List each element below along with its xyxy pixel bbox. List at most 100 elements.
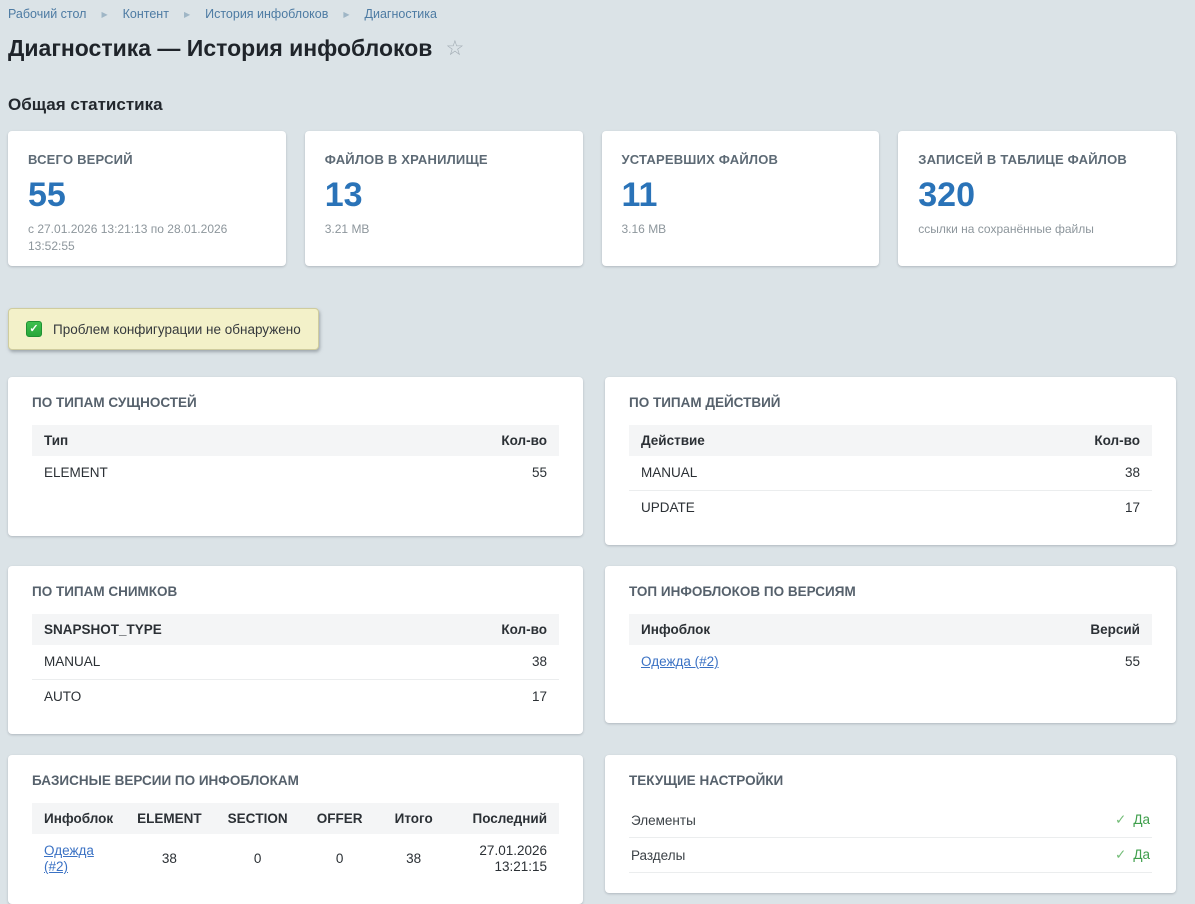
stat-note: с 27.01.2026 13:21:13 по 28.01.2026 13:5… [28,221,266,256]
table-row: Одежда (#2) 38 0 0 38 27.01.2026 13:21:1… [32,834,559,884]
green-checkbox-icon: ✓ [26,321,42,337]
panel-title: ПО ТИПАМ СНИМКОВ [32,584,559,600]
settings-row-elements: Элементы ✓Да [629,803,1152,838]
panel-title: ТЕКУЩИЕ НАСТРОЙКИ [629,773,1152,789]
column-header-snapshot-type: SNAPSHOT_TYPE [32,614,385,645]
setting-value: ✓Да [1115,812,1150,828]
table-header-row: Тип Кол-во [32,425,559,456]
column-header-total: Итого [378,803,450,834]
panel-snapshot-types: ПО ТИПАМ СНИМКОВ SNAPSHOT_TYPE Кол-во MA… [8,566,583,734]
setting-label: Элементы [631,813,696,828]
stat-label: ВСЕГО ВЕРСИЙ [28,152,266,167]
diagnostics-page: Рабочий стол ▶ Контент ▶ История инфобло… [0,0,1195,904]
table-row: Одежда (#2) 55 [629,645,1152,679]
cell-count: 17 [921,491,1152,526]
column-header-iblock: Инфоблок [32,803,125,834]
action-types-table: Действие Кол-во MANUAL 38 UPDATE 17 [629,425,1152,525]
stat-note: ссылки на сохранённые файлы [918,221,1156,238]
column-header-last: Последний [450,803,559,834]
table-row: AUTO 17 [32,680,559,715]
stat-note: 3.16 MB [622,221,860,238]
cell-action: UPDATE [629,491,921,526]
column-header-action: Действие [629,425,921,456]
column-header-section: SECTION [214,803,302,834]
cell-last-date: 27.01.2026 13:21:15 [450,834,559,884]
config-ok-notice: ✓ Проблем конфигурации не обнаружено [8,308,319,350]
panel-base-versions: БАЗИСНЫЕ ВЕРСИИ ПО ИНФОБЛОКАМ Инфоблок E… [8,755,583,904]
cell-count: 38 [921,456,1152,491]
breadcrumb-arrow-icon: ▶ [343,7,349,22]
panel-current-settings: ТЕКУЩИЕ НАСТРОЙКИ Элементы ✓Да Разделы ✓… [605,755,1176,893]
column-header-count: Кол-во [385,614,559,645]
breadcrumb-item-desktop[interactable]: Рабочий стол [8,7,86,22]
cell-count: 55 [326,456,559,490]
column-header-count: Кол-во [921,425,1152,456]
snapshot-types-table: SNAPSHOT_TYPE Кол-во MANUAL 38 AUTO 17 [32,614,559,714]
breadcrumb-item-iblock-history[interactable]: История инфоблоков [205,7,328,22]
cell-section: 0 [214,834,302,884]
entity-types-table: Тип Кол-во ELEMENT 55 [32,425,559,490]
panel-title: ПО ТИПАМ ДЕЙСТВИЙ [629,395,1152,411]
stat-label: УСТАРЕВШИХ ФАЙЛОВ [622,152,860,167]
column-header-offer: OFFER [302,803,378,834]
stat-label: ФАЙЛОВ В ХРАНИЛИЩЕ [325,152,563,167]
stat-note: 3.21 MB [325,221,563,238]
base-versions-table: Инфоблок ELEMENT SECTION OFFER Итого Пос… [32,803,559,884]
column-header-element: ELEMENT [125,803,214,834]
table-header-row: Инфоблок Версий [629,614,1152,645]
column-header-count: Кол-во [326,425,559,456]
table-row: ELEMENT 55 [32,456,559,490]
cell-snapshot-type: AUTO [32,680,385,715]
stat-card-total-versions: ВСЕГО ВЕРСИЙ 55 с 27.01.2026 13:21:13 по… [8,131,286,266]
panel-entity-types: ПО ТИПАМ СУЩНОСТЕЙ Тип Кол-во ELEMENT 55 [8,377,583,536]
table-header-row: SNAPSHOT_TYPE Кол-во [32,614,559,645]
favorite-star-icon[interactable]: ☆ [445,38,464,59]
breadcrumb: Рабочий стол ▶ Контент ▶ История инфобло… [8,7,1176,22]
section-heading-general-stats: Общая статистика [8,95,1176,115]
check-icon: ✓ [1115,812,1126,827]
check-icon: ✓ [1115,847,1126,862]
cell-count: 38 [385,645,559,680]
panel-top-iblocks: ТОП ИНФОБЛОКОВ ПО ВЕРСИЯМ Инфоблок Верси… [605,566,1176,723]
column-header-versions: Версий [932,614,1152,645]
breadcrumb-item-diagnostics[interactable]: Диагностика [365,7,437,22]
cell-versions: 55 [932,645,1152,679]
stat-value: 55 [28,178,266,212]
setting-label: Разделы [631,848,685,863]
cell-snapshot-type: MANUAL [32,645,385,680]
table-row: MANUAL 38 [32,645,559,680]
cell-element: 38 [125,834,214,884]
stat-card-outdated-files: УСТАРЕВШИХ ФАЙЛОВ 11 3.16 MB [602,131,880,266]
setting-value: ✓Да [1115,847,1150,863]
panel-title: ПО ТИПАМ СУЩНОСТЕЙ [32,395,559,411]
notice-text: Проблем конфигурации не обнаружено [53,322,301,337]
iblock-link[interactable]: Одежда (#2) [44,843,94,874]
stats-grid: ВСЕГО ВЕРСИЙ 55 с 27.01.2026 13:21:13 по… [8,131,1176,266]
breadcrumb-arrow-icon: ▶ [184,7,190,22]
stat-value: 320 [918,178,1156,212]
iblock-link[interactable]: Одежда (#2) [641,654,719,669]
breadcrumb-arrow-icon: ▶ [101,7,107,22]
column-header-type: Тип [32,425,326,456]
title-row: Диагностика — История инфоблоков ☆ [8,35,1176,61]
breadcrumb-item-content[interactable]: Контент [123,7,169,22]
table-header-row: Действие Кол-во [629,425,1152,456]
table-row: UPDATE 17 [629,491,1152,526]
stat-card-file-table-records: ЗАПИСЕЙ В ТАБЛИЦЕ ФАЙЛОВ 320 ссылки на с… [898,131,1176,266]
cell-action: MANUAL [629,456,921,491]
stat-label: ЗАПИСЕЙ В ТАБЛИЦЕ ФАЙЛОВ [918,152,1156,167]
cell-offer: 0 [302,834,378,884]
top-iblocks-table: Инфоблок Версий Одежда (#2) 55 [629,614,1152,679]
panels-grid: ПО ТИПАМ СУЩНОСТЕЙ Тип Кол-во ELEMENT 55 [8,377,1176,904]
cell-count: 17 [385,680,559,715]
stat-value: 11 [622,178,860,212]
stat-value: 13 [325,178,563,212]
cell-total: 38 [378,834,450,884]
table-row: MANUAL 38 [629,456,1152,491]
cell-type: ELEMENT [32,456,326,490]
page-title: Диагностика — История инфоблоков [8,35,432,61]
table-header-row: Инфоблок ELEMENT SECTION OFFER Итого Пос… [32,803,559,834]
panel-title: БАЗИСНЫЕ ВЕРСИИ ПО ИНФОБЛОКАМ [32,773,559,789]
column-header-iblock: Инфоблок [629,614,932,645]
stat-card-files-in-storage: ФАЙЛОВ В ХРАНИЛИЩЕ 13 3.21 MB [305,131,583,266]
